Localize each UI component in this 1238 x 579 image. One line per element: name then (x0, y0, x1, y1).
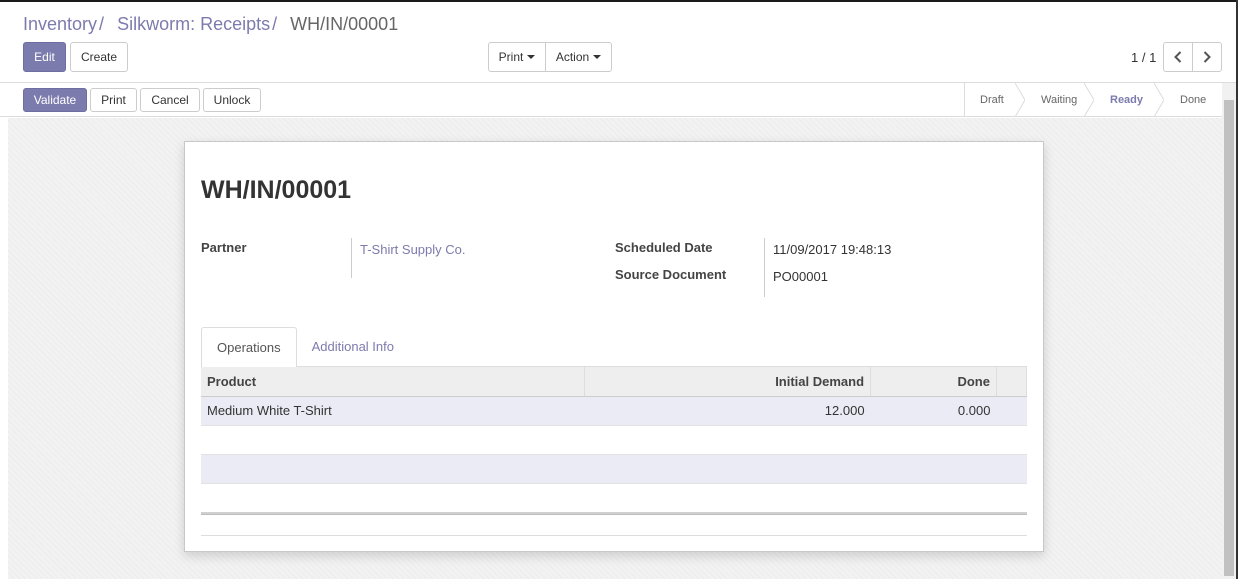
control-panel: Inventory / Silkworm: Receipts / WH/IN/000… (0, 2, 1236, 83)
pager-previous-button[interactable] (1163, 42, 1194, 72)
page-title: WH/IN/00001 (201, 176, 352, 204)
status-step-label: Draft (980, 94, 1004, 106)
table-header-row: Product Initial Demand Done (201, 367, 1028, 397)
status-step-waiting[interactable]: Waiting (1025, 83, 1094, 117)
breadcrumb-separator: / (99, 14, 105, 34)
caret-down-icon (527, 55, 536, 59)
pager-value[interactable]: 1 / 1 (1131, 50, 1156, 65)
operations-table: Product Initial Demand Done Medium White… (201, 367, 1028, 512)
column-header-product[interactable]: Product (201, 367, 586, 397)
table-footer (201, 512, 1027, 515)
empty-table-row (201, 483, 1027, 512)
done-cell[interactable]: 0.000 (870, 396, 997, 426)
cancel-button[interactable]: Cancel (140, 88, 200, 112)
unlock-button[interactable]: Unlock (203, 88, 261, 112)
breadcrumb-item-inventory[interactable]: Inventory (23, 14, 97, 34)
print-dropdown-label: Print (498, 50, 524, 64)
initial-demand-cell[interactable]: 12.000 (584, 396, 871, 426)
scheduled-date-label: Scheduled Date (615, 240, 713, 255)
scheduled-date-value: 11/09/2017 19:48:13 (773, 242, 892, 257)
field-divider (351, 238, 352, 278)
source-document-value: PO00001 (773, 269, 828, 284)
step-arrow-icon (1084, 83, 1094, 117)
breadcrumb: Inventory / Silkworm: Receipts / WH/IN/000… (23, 14, 398, 35)
chevron-left-icon (1174, 51, 1182, 63)
action-dropdown-label: Action (555, 50, 590, 64)
action-dropdown-button[interactable]: Action (545, 42, 612, 72)
form-sheet: WH/IN/00001 Partner T-Shirt Supply Co. S… (184, 141, 1044, 552)
column-header-initial-demand[interactable]: Initial Demand (584, 367, 872, 397)
row-actions-cell (996, 396, 1027, 426)
status-step-draft[interactable]: Draft (964, 83, 1025, 117)
step-arrow-icon (1015, 83, 1025, 117)
field-divider (764, 238, 765, 297)
status-step-label: Done (1180, 94, 1207, 106)
chevron-right-icon (1204, 51, 1212, 63)
scrollbar-thumb[interactable] (1224, 100, 1234, 576)
breadcrumb-separator: / (272, 14, 278, 34)
pager-next-button[interactable] (1192, 42, 1223, 72)
source-document-label: Source Document (615, 267, 727, 282)
breadcrumb-item-receipts[interactable]: Silkworm: Receipts (117, 14, 270, 34)
create-button[interactable]: Create (70, 42, 128, 72)
status-step-done[interactable]: Done (1164, 83, 1222, 117)
tab-additional-info[interactable]: Additional Info (297, 326, 409, 367)
column-header-actions (996, 367, 1028, 397)
notebook-tabs: Operations Additional Info (201, 326, 409, 368)
form-statusbar: Validate Print Cancel Unlock Draft Waiti… (0, 83, 1236, 117)
print-button[interactable]: Print (90, 88, 137, 112)
table-bottom-divider (201, 535, 1027, 536)
pager: 1 / 1 (1131, 42, 1223, 72)
vertical-scrollbar[interactable] (1222, 83, 1236, 579)
partner-label: Partner (201, 240, 247, 255)
empty-table-row (201, 425, 1027, 455)
empty-table-row (201, 454, 1027, 484)
tab-operations[interactable]: Operations (201, 327, 297, 368)
status-step-ready[interactable]: Ready (1094, 83, 1164, 117)
partner-link[interactable]: T-Shirt Supply Co. (360, 242, 466, 257)
product-cell[interactable]: Medium White T-Shirt (201, 396, 585, 426)
status-step-label: Waiting (1041, 94, 1078, 106)
validate-button[interactable]: Validate (23, 88, 87, 112)
form-content-area: WH/IN/00001 Partner T-Shirt Supply Co. S… (8, 118, 1222, 579)
step-arrow-icon (1154, 83, 1164, 117)
breadcrumb-current: WH/IN/00001 (290, 14, 399, 34)
caret-down-icon (593, 55, 602, 59)
table-row[interactable]: Medium White T-Shirt 12.000 0.000 (201, 396, 1027, 426)
status-step-label: Ready (1110, 94, 1144, 106)
sidebar-actions-group: Print Action (488, 42, 612, 72)
column-header-done[interactable]: Done (870, 367, 997, 397)
print-dropdown-button[interactable]: Print (488, 42, 546, 72)
edit-button[interactable]: Edit (23, 42, 66, 72)
status-steps: Draft Waiting Ready Done (964, 83, 1222, 117)
